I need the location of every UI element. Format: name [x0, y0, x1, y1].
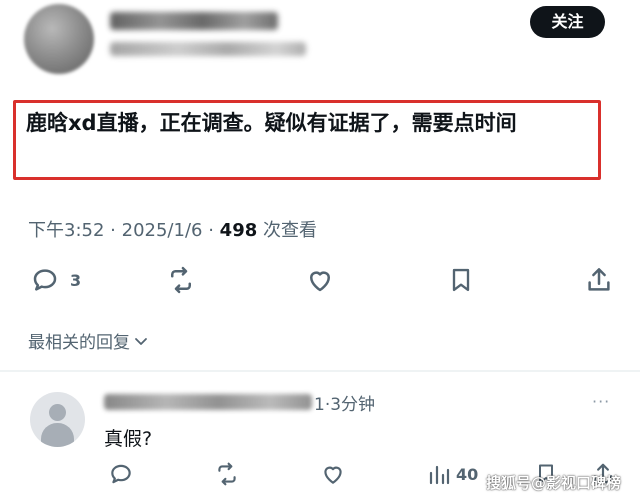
like-icon	[324, 466, 342, 484]
like-action[interactable]	[305, 260, 335, 300]
meta-separator: ·	[208, 220, 214, 241]
post-date: 2025/1/6	[121, 220, 203, 241]
author-name-blurred[interactable]	[110, 12, 278, 30]
follow-button[interactable]: 关注	[530, 6, 605, 38]
reply-text: 真假?	[104, 428, 153, 450]
retweet-icon	[171, 266, 191, 294]
post-time: 下午3:52	[28, 220, 105, 241]
reply-action[interactable]: 3	[30, 260, 81, 300]
reply-views-action[interactable]: 40	[428, 458, 478, 490]
reply-avatar[interactable]	[30, 392, 85, 447]
divider	[0, 370, 640, 372]
post-header: 关注	[0, 0, 640, 90]
post-text: 鹿晗xd直播，正在调查。疑似有证据了，需要点时间	[26, 111, 517, 135]
reply-count: 3	[70, 270, 82, 290]
reply-retweet-action[interactable]	[214, 458, 240, 490]
share-action[interactable]	[584, 260, 614, 300]
reply-icon	[111, 464, 131, 484]
bookmark-icon	[452, 268, 470, 292]
author-avatar[interactable]	[24, 4, 94, 74]
reply-sort-label: 最相关的回复	[28, 333, 130, 353]
views-icon	[429, 465, 450, 485]
meta-separator: ·	[110, 220, 116, 241]
post-action-bar: 3	[0, 260, 640, 300]
more-icon[interactable]: ···	[592, 392, 610, 411]
reply-sort-dropdown[interactable]: 最相关的回复	[28, 328, 149, 353]
post-views-label: 次查看	[262, 220, 317, 241]
chevron-down-icon	[135, 337, 147, 345]
like-icon	[310, 271, 330, 292]
watermark: 搜狐号@影视口碑榜	[486, 474, 622, 492]
reply-like-action[interactable]	[320, 458, 346, 490]
bookmark-action[interactable]	[447, 260, 475, 300]
post-meta: 下午3:52 · 2025/1/6 · 498 次查看	[28, 216, 317, 242]
retweet-action[interactable]	[166, 260, 196, 300]
reply-views-count: 40	[456, 464, 479, 484]
reply-author-blurred[interactable]	[104, 394, 312, 410]
share-icon	[588, 268, 610, 291]
reply-icon	[33, 269, 57, 291]
post-views-count: 498	[219, 220, 258, 241]
reply-reply-action[interactable]	[108, 458, 134, 490]
author-handle-blurred	[110, 42, 306, 56]
retweet-icon	[218, 462, 236, 486]
reply-meta: 1·3分钟	[314, 395, 376, 415]
default-avatar-body	[41, 423, 74, 447]
default-avatar-head	[49, 404, 66, 421]
